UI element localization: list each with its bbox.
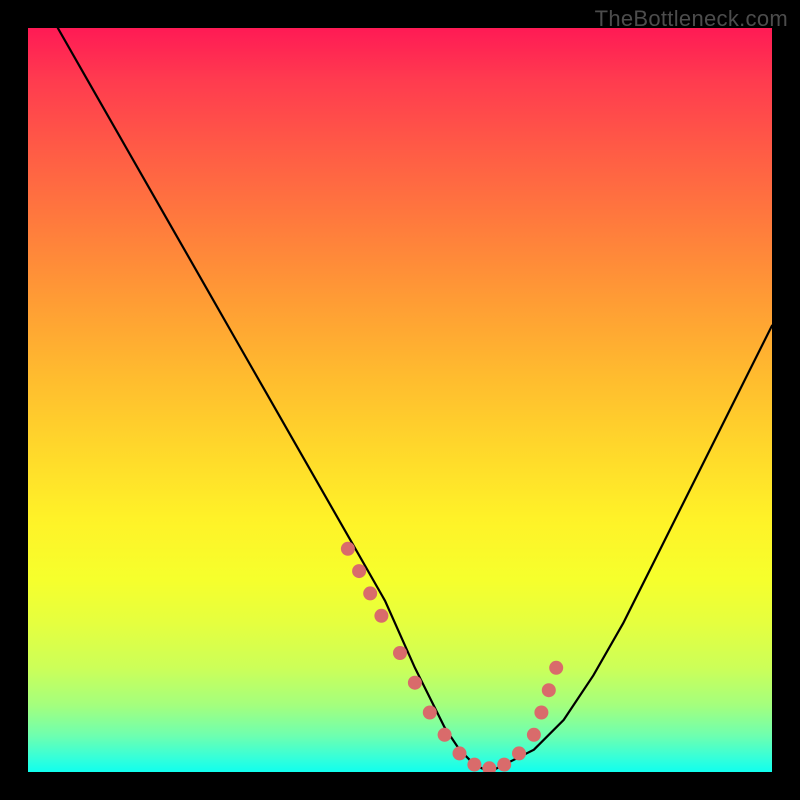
chart-frame: TheBottleneck.com: [0, 0, 800, 800]
highlight-dot: [423, 706, 437, 720]
highlight-dot: [374, 609, 388, 623]
plot-area: [28, 28, 772, 772]
highlight-dot: [534, 706, 548, 720]
highlight-dot: [467, 758, 481, 772]
highlight-dot: [542, 683, 556, 697]
highlight-dot: [438, 728, 452, 742]
highlight-dot: [352, 564, 366, 578]
highlight-dot: [527, 728, 541, 742]
chart-svg: [28, 28, 772, 772]
highlight-dot: [453, 746, 467, 760]
highlight-dot: [512, 746, 526, 760]
highlight-dot: [497, 758, 511, 772]
highlight-dot: [482, 761, 496, 772]
highlight-dot: [408, 676, 422, 690]
highlight-dot: [549, 661, 563, 675]
highlight-dot: [393, 646, 407, 660]
bottleneck-curve: [58, 28, 772, 772]
highlight-dot: [341, 542, 355, 556]
highlight-dot: [363, 586, 377, 600]
